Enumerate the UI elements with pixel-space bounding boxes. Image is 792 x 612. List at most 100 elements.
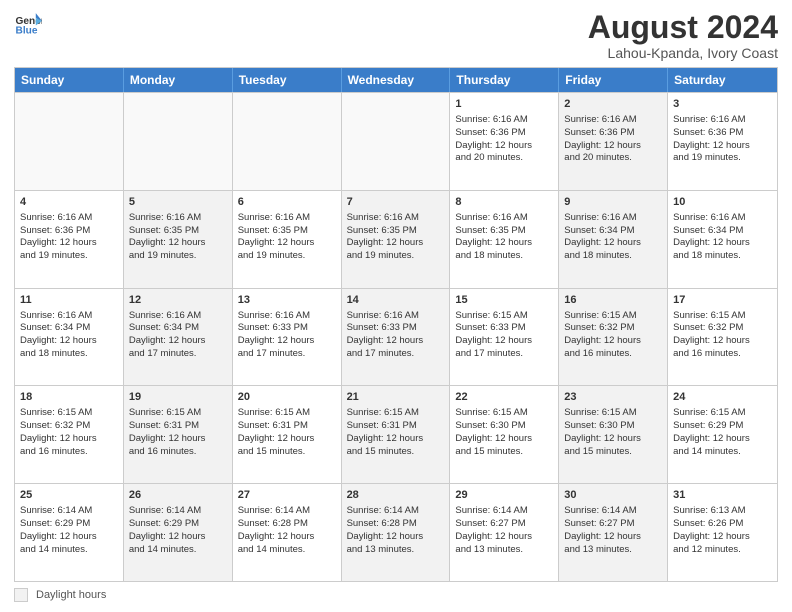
day-info: Sunrise: 6:14 AM Sunset: 6:27 PM Dayligh… bbox=[455, 505, 532, 554]
calendar-cell: 8 Sunrise: 6:16 AM Sunset: 6:35 PM Daylig… bbox=[450, 191, 559, 288]
day-info: Sunrise: 6:16 AM Sunset: 6:35 PM Dayligh… bbox=[129, 212, 206, 261]
day-info: Sunrise: 6:16 AM Sunset: 6:36 PM Dayligh… bbox=[564, 114, 641, 163]
day-info: Sunrise: 6:16 AM Sunset: 6:34 PM Dayligh… bbox=[564, 212, 641, 261]
calendar-cell: 24 Sunrise: 6:15 AM Sunset: 6:29 PM Dayli… bbox=[668, 386, 777, 483]
day-number: 17 bbox=[673, 293, 772, 308]
day-number: 15 bbox=[455, 293, 553, 308]
day-number: 27 bbox=[238, 488, 336, 503]
location: Lahou-Kpanda, Ivory Coast bbox=[588, 45, 778, 61]
day-info: Sunrise: 6:16 AM Sunset: 6:34 PM Dayligh… bbox=[20, 310, 97, 359]
day-info: Sunrise: 6:15 AM Sunset: 6:29 PM Dayligh… bbox=[673, 407, 750, 456]
month-title: August 2024 bbox=[588, 10, 778, 45]
day-number: 30 bbox=[564, 488, 662, 503]
day-info: Sunrise: 6:16 AM Sunset: 6:33 PM Dayligh… bbox=[238, 310, 315, 359]
day-number: 19 bbox=[129, 390, 227, 405]
calendar-cell: 3Sunrise: 6:16 AM Sunset: 6:36 PM Daylig… bbox=[668, 93, 777, 190]
calendar-cell: 25Sunrise: 6:14 AM Sunset: 6:29 PM Dayli… bbox=[15, 484, 124, 581]
calendar-cell: 11Sunrise: 6:16 AM Sunset: 6:34 PM Dayli… bbox=[15, 289, 124, 386]
calendar-cell: 14 Sunrise: 6:16 AM Sunset: 6:33 PM Dayli… bbox=[342, 289, 451, 386]
day-info: Sunrise: 6:16 AM Sunset: 6:33 PM Dayligh… bbox=[347, 310, 424, 359]
calendar-cell bbox=[342, 93, 451, 190]
calendar-week: 1 Sunrise: 6:16 AM Sunset: 6:36 PM Daylig… bbox=[15, 92, 777, 190]
day-info: Sunrise: 6:14 AM Sunset: 6:27 PM Dayligh… bbox=[564, 505, 641, 554]
title-block: August 2024 Lahou-Kpanda, Ivory Coast bbox=[588, 10, 778, 61]
calendar-cell bbox=[233, 93, 342, 190]
day-number: 24 bbox=[673, 390, 772, 405]
calendar-cell: 15 Sunrise: 6:15 AM Sunset: 6:33 PM Dayli… bbox=[450, 289, 559, 386]
day-of-week-header: Thursday bbox=[450, 68, 559, 92]
day-info: Sunrise: 6:15 AM Sunset: 6:31 PM Dayligh… bbox=[238, 407, 315, 456]
day-info: Sunrise: 6:15 AM Sunset: 6:30 PM Dayligh… bbox=[564, 407, 641, 456]
header: General Blue August 2024 Lahou-Kpanda, I… bbox=[14, 10, 778, 61]
day-number: 6 bbox=[238, 195, 336, 210]
calendar-cell: 18 Sunrise: 6:15 AM Sunset: 6:32 PM Dayli… bbox=[15, 386, 124, 483]
day-number: 12 bbox=[129, 293, 227, 308]
day-number: 21 bbox=[347, 390, 445, 405]
calendar-cell: 5 Sunrise: 6:16 AM Sunset: 6:35 PM Daylig… bbox=[124, 191, 233, 288]
day-number: 28 bbox=[347, 488, 445, 503]
day-number: 22 bbox=[455, 390, 553, 405]
day-of-week-header: Saturday bbox=[668, 68, 777, 92]
day-info: Sunrise: 6:14 AM Sunset: 6:29 PM Dayligh… bbox=[20, 505, 97, 554]
day-number: 10 bbox=[673, 195, 772, 210]
calendar-body: 1 Sunrise: 6:16 AM Sunset: 6:36 PM Daylig… bbox=[15, 92, 777, 581]
calendar-cell: 20Sunrise: 6:15 AM Sunset: 6:31 PM Dayli… bbox=[233, 386, 342, 483]
day-info: Sunrise: 6:15 AM Sunset: 6:32 PM Dayligh… bbox=[564, 310, 641, 359]
day-info: Sunrise: 6:16 AM Sunset: 6:35 PM Dayligh… bbox=[238, 212, 315, 261]
day-info: Sunrise: 6:13 AM Sunset: 6:26 PM Dayligh… bbox=[673, 505, 750, 554]
day-info: Sunrise: 6:15 AM Sunset: 6:30 PM Dayligh… bbox=[455, 407, 532, 456]
svg-text:Blue: Blue bbox=[16, 25, 38, 36]
footer: Daylight hours bbox=[14, 588, 778, 602]
logo-icon: General Blue bbox=[14, 10, 42, 38]
day-number: 18 bbox=[20, 390, 118, 405]
calendar-cell: 19 Sunrise: 6:15 AM Sunset: 6:31 PM Dayli… bbox=[124, 386, 233, 483]
day-info: Sunrise: 6:14 AM Sunset: 6:29 PM Dayligh… bbox=[129, 505, 206, 554]
calendar-cell: 16 Sunrise: 6:15 AM Sunset: 6:32 PM Dayli… bbox=[559, 289, 668, 386]
calendar: SundayMondayTuesdayWednesdayThursdayFrid… bbox=[14, 67, 778, 582]
calendar-week: 18 Sunrise: 6:15 AM Sunset: 6:32 PM Dayli… bbox=[15, 385, 777, 483]
page: General Blue August 2024 Lahou-Kpanda, I… bbox=[0, 0, 792, 612]
day-info: Sunrise: 6:15 AM Sunset: 6:32 PM Dayligh… bbox=[20, 407, 97, 456]
day-of-week-header: Sunday bbox=[15, 68, 124, 92]
calendar-cell: 4Sunrise: 6:16 AM Sunset: 6:36 PM Daylig… bbox=[15, 191, 124, 288]
day-of-week-header: Monday bbox=[124, 68, 233, 92]
calendar-week: 25Sunrise: 6:14 AM Sunset: 6:29 PM Dayli… bbox=[15, 483, 777, 581]
day-of-week-header: Wednesday bbox=[342, 68, 451, 92]
calendar-cell: 21Sunrise: 6:15 AM Sunset: 6:31 PM Dayli… bbox=[342, 386, 451, 483]
calendar-cell: 12 Sunrise: 6:16 AM Sunset: 6:34 PM Dayli… bbox=[124, 289, 233, 386]
calendar-cell: 13Sunrise: 6:16 AM Sunset: 6:33 PM Dayli… bbox=[233, 289, 342, 386]
day-number: 5 bbox=[129, 195, 227, 210]
day-of-week-header: Tuesday bbox=[233, 68, 342, 92]
calendar-week: 11Sunrise: 6:16 AM Sunset: 6:34 PM Dayli… bbox=[15, 288, 777, 386]
day-info: Sunrise: 6:15 AM Sunset: 6:33 PM Dayligh… bbox=[455, 310, 532, 359]
day-number: 14 bbox=[347, 293, 445, 308]
day-info: Sunrise: 6:15 AM Sunset: 6:31 PM Dayligh… bbox=[129, 407, 206, 456]
day-number: 9 bbox=[564, 195, 662, 210]
calendar-cell bbox=[124, 93, 233, 190]
day-number: 31 bbox=[673, 488, 772, 503]
day-info: Sunrise: 6:16 AM Sunset: 6:35 PM Dayligh… bbox=[455, 212, 532, 261]
day-number: 26 bbox=[129, 488, 227, 503]
day-number: 8 bbox=[455, 195, 553, 210]
calendar-cell: 9 Sunrise: 6:16 AM Sunset: 6:34 PM Daylig… bbox=[559, 191, 668, 288]
day-number: 23 bbox=[564, 390, 662, 405]
day-number: 2 bbox=[564, 97, 662, 112]
footer-label: Daylight hours bbox=[36, 589, 106, 601]
calendar-cell: 28Sunrise: 6:14 AM Sunset: 6:28 PM Dayli… bbox=[342, 484, 451, 581]
calendar-cell: 30 Sunrise: 6:14 AM Sunset: 6:27 PM Dayli… bbox=[559, 484, 668, 581]
calendar-header: SundayMondayTuesdayWednesdayThursdayFrid… bbox=[15, 68, 777, 92]
day-info: Sunrise: 6:16 AM Sunset: 6:34 PM Dayligh… bbox=[129, 310, 206, 359]
calendar-cell: 29Sunrise: 6:14 AM Sunset: 6:27 PM Dayli… bbox=[450, 484, 559, 581]
day-info: Sunrise: 6:16 AM Sunset: 6:35 PM Dayligh… bbox=[347, 212, 424, 261]
calendar-cell: 22 Sunrise: 6:15 AM Sunset: 6:30 PM Dayli… bbox=[450, 386, 559, 483]
day-number: 1 bbox=[455, 97, 553, 112]
day-number: 7 bbox=[347, 195, 445, 210]
logo: General Blue bbox=[14, 10, 42, 38]
day-info: Sunrise: 6:15 AM Sunset: 6:32 PM Dayligh… bbox=[673, 310, 750, 359]
day-number: 16 bbox=[564, 293, 662, 308]
day-info: Sunrise: 6:16 AM Sunset: 6:36 PM Dayligh… bbox=[20, 212, 97, 261]
calendar-cell: 31 Sunrise: 6:13 AM Sunset: 6:26 PM Dayli… bbox=[668, 484, 777, 581]
calendar-cell: 2 Sunrise: 6:16 AM Sunset: 6:36 PM Daylig… bbox=[559, 93, 668, 190]
calendar-week: 4Sunrise: 6:16 AM Sunset: 6:36 PM Daylig… bbox=[15, 190, 777, 288]
calendar-cell: 23 Sunrise: 6:15 AM Sunset: 6:30 PM Dayli… bbox=[559, 386, 668, 483]
